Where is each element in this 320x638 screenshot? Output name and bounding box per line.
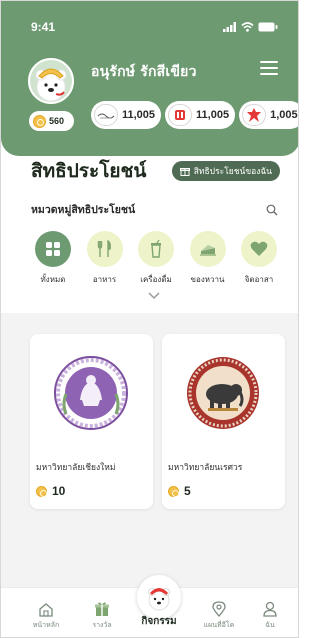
status-bar: 9:41 <box>31 19 278 35</box>
gift-icon <box>95 602 109 616</box>
benefit-card[interactable]: มหาวิทยาลัยเชียงใหม่ 10 <box>30 334 153 509</box>
benefit-points: 5 <box>168 484 191 498</box>
page-title: สิทธิประโยชน์ <box>31 160 147 182</box>
user-points-badge[interactable]: 560 <box>29 111 74 131</box>
nav-activities-label: กิจกรรม <box>141 616 177 627</box>
category-all[interactable]: ทั้งหมด <box>31 231 75 286</box>
partner-logo-icon <box>168 104 193 126</box>
partner-balance-1[interactable]: 11,005 <box>91 101 162 129</box>
coin-icon <box>168 485 179 497</box>
category-label: อาหาร <box>92 275 117 284</box>
category-dessert[interactable]: ของหวาน <box>186 231 230 286</box>
benefit-name: มหาวิทยาลัยนเรศวร <box>168 463 243 473</box>
category-circle <box>241 231 277 267</box>
status-time: 9:41 <box>31 20 56 34</box>
coin-icon <box>33 114 46 128</box>
status-icons <box>223 22 278 32</box>
partner-balance-value: 1,005 <box>270 109 298 121</box>
home-icon <box>39 603 53 617</box>
fork-knife-icon <box>97 240 111 257</box>
search-icon[interactable] <box>266 204 278 216</box>
hamburger-menu-icon[interactable] <box>260 61 278 75</box>
partner-balance-value: 11,005 <box>196 109 230 121</box>
category-label: หมวดหมู่สิทธิประโยชน์ <box>31 204 136 216</box>
nav-label: แผนที่อีโค <box>203 621 235 629</box>
category-circle <box>35 231 71 267</box>
cup-icon <box>151 240 161 258</box>
nav-eco-map[interactable]: แผนที่อีโค <box>194 601 244 631</box>
mascot-icon <box>148 588 170 611</box>
partner-balance-2[interactable]: 11,005 <box>165 101 236 129</box>
nav-label: ฉัน <box>265 621 275 629</box>
person-icon <box>263 601 277 617</box>
benefits-title-row: สิทธิประโยชน์ สิทธิประโยชน์ของฉัน <box>31 159 280 183</box>
grid-icon <box>46 242 60 256</box>
category-label: เครื่องดื่ม <box>140 275 172 284</box>
nav-home[interactable]: หน้าหลัก <box>21 602 71 631</box>
partner-logo-icon <box>242 104 267 126</box>
category-circle <box>189 231 226 267</box>
battery-icon <box>258 22 278 32</box>
university-seal-logo <box>184 354 262 432</box>
benefit-points: 10 <box>36 484 65 498</box>
user-name: อนุรักษ์ รักสีเขียว <box>91 64 197 80</box>
partner-balance-3[interactable]: 1,005 <box>239 101 298 129</box>
partner-logo-icon <box>94 104 118 126</box>
university-seal-logo <box>52 354 130 432</box>
my-benefits-label: สิทธิประโยชน์ของฉัน <box>193 167 272 177</box>
polar-bear-mascot-icon <box>30 60 72 102</box>
category-header: หมวดหมู่สิทธิประโยชน์ <box>31 201 278 218</box>
category-circle <box>138 231 174 267</box>
partner-balance-value: 11,005 <box>122 109 156 121</box>
user-points: 560 <box>49 116 65 126</box>
category-label: ทั้งหมด <box>40 275 66 284</box>
coin-icon <box>36 485 47 497</box>
nav-label: หน้าหลัก <box>32 621 60 629</box>
avatar[interactable] <box>28 58 74 104</box>
category-list: ทั้งหมด อาหาร เครื่องดื่ม ของหวาน จิตอาส… <box>31 231 281 286</box>
category-label: จิตอาสา <box>244 275 274 284</box>
category-food[interactable]: อาหาร <box>83 231 127 286</box>
nav-label: รางวัล <box>92 621 112 629</box>
nav-activities-button[interactable] <box>137 575 181 619</box>
gift-icon <box>179 168 190 176</box>
my-benefits-button[interactable]: สิทธิประโยชน์ของฉัน <box>171 161 280 181</box>
heart-icon <box>250 241 268 256</box>
profile-header: 9:41 560 อนุรักษ์ รักสีเขียว 11,005 11,0… <box>1 1 298 156</box>
map-pin-icon <box>212 601 226 617</box>
partner-balances: 11,005 11,005 1,005 <box>91 101 298 129</box>
benefit-name: มหาวิทยาลัยเชียงใหม่ <box>36 463 116 473</box>
benefit-card[interactable]: มหาวิทยาลัยนเรศวร 5 <box>162 334 285 509</box>
cake-icon <box>199 245 216 256</box>
category-volunteer[interactable]: จิตอาสา <box>237 231 281 286</box>
app-screen: 9:41 560 อนุรักษ์ รักสีเขียว 11,005 11,0… <box>0 0 299 638</box>
chevron-down-icon[interactable] <box>147 291 161 301</box>
category-circle <box>86 231 123 267</box>
benefit-points-value: 5 <box>184 484 191 498</box>
wifi-icon <box>241 22 254 32</box>
nav-rewards[interactable]: รางวัล <box>77 601 127 631</box>
signal-icon <box>223 22 236 32</box>
benefit-points-value: 10 <box>52 484 66 498</box>
category-drinks[interactable]: เครื่องดื่ม <box>134 231 178 286</box>
nav-me[interactable]: ฉัน <box>245 601 295 631</box>
category-label: ของหวาน <box>190 275 225 284</box>
